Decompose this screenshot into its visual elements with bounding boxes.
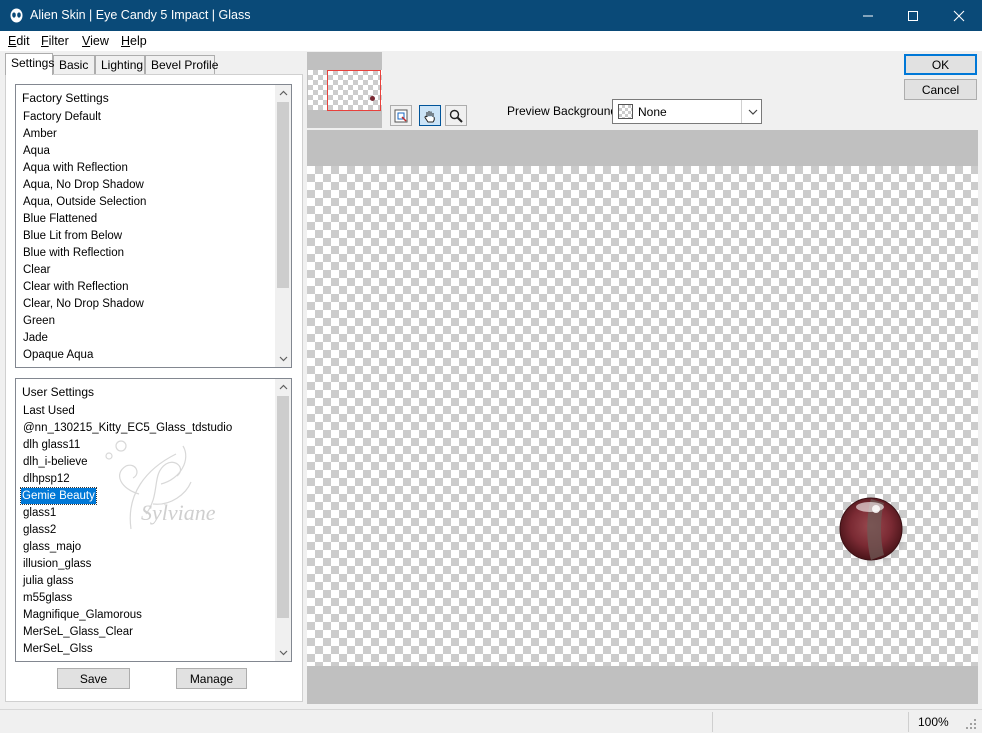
close-icon xyxy=(953,10,965,21)
factory-setting-item[interactable]: Jade xyxy=(22,330,49,346)
factory-setting-item[interactable]: Blue Lit from Below xyxy=(22,228,123,244)
navigate-icon xyxy=(394,109,408,122)
factory-setting-item[interactable]: Amber xyxy=(22,126,58,142)
user-setting-item[interactable]: MerSeL_Glass_Clear xyxy=(22,624,134,640)
cancel-button[interactable]: Cancel xyxy=(904,79,977,100)
close-button[interactable] xyxy=(936,0,982,31)
factory-setting-item[interactable]: Blue with Reflection xyxy=(22,245,125,261)
zoom-icon xyxy=(449,109,463,123)
user-setting-item[interactable]: dlh glass11 xyxy=(22,437,81,453)
factory-setting-item[interactable]: Clear with Reflection xyxy=(22,279,129,295)
title-bar: Alien Skin | Eye Candy 5 Impact | Glass xyxy=(0,0,982,31)
factory-settings-header: Factory Settings xyxy=(22,91,109,105)
user-settings-header: User Settings xyxy=(22,385,95,399)
status-bar: 100% xyxy=(0,709,982,733)
chevron-up-icon xyxy=(279,384,287,390)
window-title: Alien Skin | Eye Candy 5 Impact | Glass xyxy=(30,8,251,22)
scroll-thumb[interactable] xyxy=(277,396,289,618)
preview-background-select[interactable]: None xyxy=(612,99,762,124)
scroll-thumb[interactable] xyxy=(277,102,289,288)
chevron-down-icon xyxy=(748,109,758,115)
user-setting-item[interactable]: Gemie Beauty xyxy=(20,487,97,505)
preview-canvas[interactable] xyxy=(307,166,978,666)
preview-background-label: Preview Background: xyxy=(507,104,621,118)
user-setting-item[interactable]: julia glass xyxy=(22,573,75,589)
scroll-down-arrow[interactable] xyxy=(275,351,291,367)
factory-setting-item[interactable]: Factory Default xyxy=(22,109,102,125)
user-setting-item[interactable]: illusion_glass xyxy=(22,556,92,572)
save-button[interactable]: Save xyxy=(57,668,130,689)
ok-button[interactable]: OK xyxy=(904,54,977,75)
user-setting-item[interactable]: @nn_130215_Kitty_EC5_Glass_tdstudio xyxy=(22,420,233,436)
preview-background-value: None xyxy=(638,105,667,119)
factory-settings-list[interactable]: Factory Settings Factory Default Amber Aqu… xyxy=(15,84,292,368)
zoom-tool-button[interactable] xyxy=(445,105,467,126)
user-setting-item[interactable]: Last Used xyxy=(22,403,76,419)
resize-grip-icon[interactable] xyxy=(965,718,977,730)
chevron-down-icon xyxy=(279,650,287,656)
watermark-flourish-icon: Sylviane xyxy=(105,440,216,530)
user-setting-item[interactable]: glass1 xyxy=(22,505,57,521)
watermark-text: Sylviane xyxy=(141,500,216,525)
hand-icon xyxy=(424,110,435,122)
alien-skin-icon xyxy=(10,8,23,23)
user-setting-item[interactable]: glass_majo xyxy=(22,539,82,555)
tab-basic[interactable]: Basic xyxy=(53,55,95,74)
menu-filter[interactable]: Filter xyxy=(41,34,69,48)
scroll-down-arrow[interactable] xyxy=(275,645,291,661)
select-divider xyxy=(741,100,742,123)
navigator-view-frame[interactable] xyxy=(327,70,381,111)
user-settings-scrollbar[interactable] xyxy=(275,379,291,661)
menu-bar: Edit Filter View Help xyxy=(0,31,982,51)
status-divider xyxy=(712,712,713,732)
factory-setting-item[interactable]: Blue Flattened xyxy=(22,211,98,227)
scroll-up-arrow[interactable] xyxy=(275,85,291,101)
tab-bevel-profile[interactable]: Bevel Profile xyxy=(145,55,218,74)
scroll-up-arrow[interactable] xyxy=(275,379,291,395)
tab-settings[interactable]: Settings xyxy=(5,53,54,75)
factory-setting-item[interactable]: Aqua, No Drop Shadow xyxy=(22,177,145,193)
preview-bottom-margin xyxy=(307,666,978,704)
minimize-icon xyxy=(863,15,873,16)
factory-setting-item[interactable]: Opaque Aqua xyxy=(22,347,94,363)
user-setting-item[interactable]: m55glass xyxy=(22,590,73,606)
chevron-down-icon xyxy=(279,356,287,362)
factory-setting-item[interactable]: Clear xyxy=(22,262,51,278)
zoom-level: 100% xyxy=(918,715,949,729)
chevron-up-icon xyxy=(279,90,287,96)
maximize-icon xyxy=(908,10,918,21)
menu-edit[interactable]: Edit xyxy=(8,34,30,48)
factory-setting-item[interactable]: Aqua, Outside Selection xyxy=(22,194,147,210)
user-settings-list[interactable]: User Settings Sylviane Last Used @nn_1302… xyxy=(15,378,292,662)
hand-tool-button[interactable] xyxy=(419,105,441,126)
factory-setting-item[interactable]: Clear, No Drop Shadow xyxy=(22,296,145,312)
swatch-none-icon xyxy=(618,104,633,119)
tab-lighting[interactable]: Lighting xyxy=(95,55,145,74)
user-setting-item[interactable]: MerSeL_Glss xyxy=(22,641,94,657)
menu-view[interactable]: View xyxy=(82,34,109,48)
glass-orb-preview xyxy=(839,497,906,566)
user-setting-item[interactable]: glass2 xyxy=(22,522,57,538)
user-setting-item[interactable]: dlh_i-believe xyxy=(22,454,89,470)
factory-setting-item[interactable]: Aqua xyxy=(22,143,51,159)
preview-top-margin xyxy=(307,130,978,166)
navigate-tool-button[interactable] xyxy=(390,105,412,126)
navigator-glass-marker xyxy=(370,96,375,101)
factory-settings-scrollbar[interactable] xyxy=(275,85,291,367)
minimize-button[interactable] xyxy=(845,0,891,31)
factory-setting-item[interactable]: Aqua with Reflection xyxy=(22,160,129,176)
user-setting-item[interactable]: Magnifique_Glamorous xyxy=(22,607,143,623)
manage-button[interactable]: Manage xyxy=(176,668,247,689)
user-setting-item[interactable]: dlhpsp12 xyxy=(22,471,71,487)
maximize-button[interactable] xyxy=(890,0,936,31)
factory-setting-item[interactable]: Green xyxy=(22,313,56,329)
status-divider xyxy=(908,712,909,732)
menu-help[interactable]: Help xyxy=(121,34,147,48)
